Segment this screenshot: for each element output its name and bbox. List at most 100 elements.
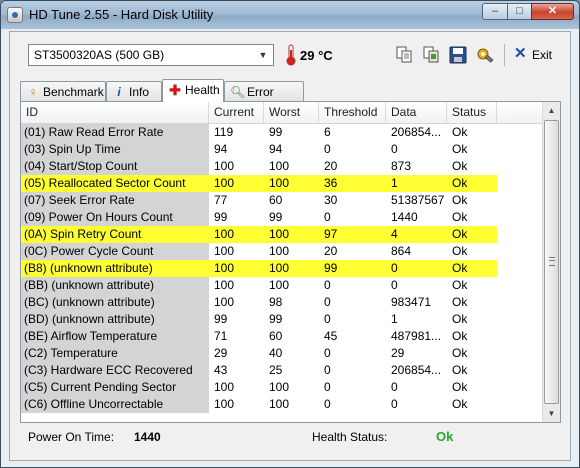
cell-current: 119 [214, 125, 234, 139]
cell-data: 1 [386, 175, 447, 192]
cell-current: 100 [214, 397, 235, 411]
smart-table: ID Current Worst Threshold Data Status (… [21, 102, 542, 422]
status-bar: Power On Time: 1440 Health Status: Ok [20, 425, 561, 453]
table-row[interactable]: (01) Raw Read Error Rate 119 99 6 206854... O… [21, 124, 542, 141]
title-bar[interactable]: HD Tune 2.55 - Hard Disk Utility – □ ✕ [1, 1, 579, 29]
cell-status: Ok [452, 278, 468, 292]
cell-id: (C6) Offline Uncorrectable [21, 396, 209, 413]
save-icon[interactable] [448, 45, 468, 65]
tab-benchmark-label: Benchmark [43, 85, 104, 99]
table-row[interactable]: (BE) Airflow Temperature 71 60 45 487981... O… [21, 328, 542, 345]
cell-worst: 100 [269, 159, 290, 173]
copy-icon[interactable] [394, 45, 414, 65]
cell-current: 100 [214, 159, 235, 173]
cell-threshold: 99 [319, 260, 386, 277]
info-icon: i [117, 85, 121, 99]
app-icon [7, 7, 23, 23]
table-row[interactable]: (0A) Spin Retry Count 100 100 97 4 Ok [21, 226, 542, 243]
close-button[interactable]: ✕ [531, 3, 574, 20]
window-title: HD Tune 2.55 - Hard Disk Utility [29, 7, 214, 22]
benchmark-icon: ♀ [28, 85, 38, 99]
tab-info[interactable]: i Info [106, 81, 162, 101]
table-row[interactable]: (BC) (unknown attribute) 100 98 0 983471 Ok [21, 294, 542, 311]
table-row[interactable]: (09) Power On Hours Count 99 99 0 1440 Ok [21, 209, 542, 226]
scroll-thumb[interactable] [544, 120, 559, 404]
col-header-worst[interactable]: Worst [264, 102, 319, 123]
table-row[interactable]: (07) Seek Error Rate 77 60 30 51387567 Ok [21, 192, 542, 209]
cell-worst: 100 [269, 380, 290, 394]
cell-status: Ok [452, 142, 468, 156]
cell-status: Ok [447, 175, 497, 192]
cell-worst: 99 [269, 210, 283, 224]
thermometer-icon [286, 44, 296, 66]
app-window: HD Tune 2.55 - Hard Disk Utility – □ ✕ S… [0, 0, 580, 468]
health-icon: ✚ [169, 82, 181, 98]
tab-info-label: Info [129, 85, 150, 99]
cell-data: 1 [391, 312, 398, 326]
col-header-threshold[interactable]: Threshold [319, 102, 386, 123]
cell-current: 43 [214, 363, 228, 377]
cell-id: (09) Power On Hours Count [21, 209, 209, 226]
col-header-id[interactable]: ID [21, 102, 209, 123]
table-row[interactable]: (C3) Hardware ECC Recovered 43 25 0 206854..… [21, 362, 542, 379]
cell-data: 4 [386, 226, 447, 243]
cell-data: 0 [391, 380, 398, 394]
copy-screenshot-icon[interactable] [421, 45, 441, 65]
minimize-button[interactable]: – [482, 3, 508, 20]
cell-status: Ok [452, 210, 468, 224]
table-row[interactable]: (BB) (unknown attribute) 100 100 0 0 Ok [21, 277, 542, 294]
drive-select[interactable]: ST3500320AS (500 GB) ▼ [28, 44, 274, 66]
table-row[interactable]: (B8) (unknown attribute) 100 100 99 0 Ok [21, 260, 542, 277]
tab-health[interactable]: ✚ Health [162, 79, 224, 102]
cell-threshold: 0 [324, 346, 331, 360]
cell-current: 29 [214, 346, 228, 360]
cell-worst: 94 [269, 142, 283, 156]
cell-id: (01) Raw Read Error Rate [21, 124, 209, 141]
cell-id: (C3) Hardware ECC Recovered [21, 362, 209, 379]
cell-data: 206854... [391, 125, 442, 139]
cell-worst: 60 [269, 193, 283, 207]
col-header-current[interactable]: Current [209, 102, 264, 123]
cell-worst: 99 [269, 312, 283, 326]
table-row[interactable]: (05) Reallocated Sector Count 100 100 36 1 Ok [21, 175, 542, 192]
scroll-up-icon[interactable]: ▲ [543, 102, 560, 119]
drive-select-value: ST3500320AS (500 GB) [34, 48, 165, 62]
tab-benchmark[interactable]: ♀ Benchmark [20, 81, 106, 101]
cell-threshold: 0 [324, 312, 331, 326]
table-row[interactable]: (04) Start/Stop Count 100 100 20 873 Ok [21, 158, 542, 175]
cell-id: (B8) (unknown attribute) [21, 260, 209, 277]
cell-worst: 40 [269, 346, 283, 360]
cell-id: (BE) Airflow Temperature [21, 328, 209, 345]
grip-icon [549, 257, 555, 266]
table-row[interactable]: (C5) Current Pending Sector 100 100 0 0 Ok [21, 379, 542, 396]
cell-id: (0C) Power Cycle Count [21, 243, 209, 260]
cell-threshold: 0 [324, 278, 331, 292]
table-row[interactable]: (BD) (unknown attribute) 99 99 0 1 Ok [21, 311, 542, 328]
maximize-button[interactable]: □ [507, 3, 532, 20]
cell-id: (C2) Temperature [21, 345, 209, 362]
cell-data: 983471 [391, 295, 432, 309]
cell-current: 71 [214, 329, 228, 343]
cell-threshold: 0 [324, 295, 331, 309]
scroll-down-icon[interactable]: ▼ [543, 405, 560, 422]
table-row[interactable]: (03) Spin Up Time 94 94 0 0 Ok [21, 141, 542, 158]
cell-data: 29 [391, 346, 405, 360]
col-header-status[interactable]: Status [447, 102, 497, 123]
options-icon[interactable] [475, 45, 495, 65]
cell-current: 99 [214, 312, 228, 326]
cell-data: 873 [391, 159, 412, 173]
power-on-value: 1440 [134, 430, 161, 444]
table-row[interactable]: (C2) Temperature 29 40 0 29 Ok [21, 345, 542, 362]
table-row[interactable]: (0C) Power Cycle Count 100 100 20 864 Ok [21, 243, 542, 260]
chevron-down-icon[interactable]: ▼ [255, 47, 271, 63]
table-row[interactable]: (C6) Offline Uncorrectable 100 100 0 0 Ok [21, 396, 542, 413]
col-header-data[interactable]: Data [386, 102, 447, 123]
tab-error-scan[interactable]: 🔍︎ Error Scan [224, 81, 304, 113]
vertical-scrollbar[interactable]: ▲ ▼ [542, 102, 560, 422]
cell-threshold: 20 [324, 244, 338, 258]
cell-worst: 98 [269, 295, 283, 309]
cell-id: (05) Reallocated Sector Count [21, 175, 209, 192]
cell-id: (03) Spin Up Time [21, 141, 209, 158]
cell-threshold: 0 [324, 363, 331, 377]
exit-icon: ✕ [514, 45, 527, 62]
